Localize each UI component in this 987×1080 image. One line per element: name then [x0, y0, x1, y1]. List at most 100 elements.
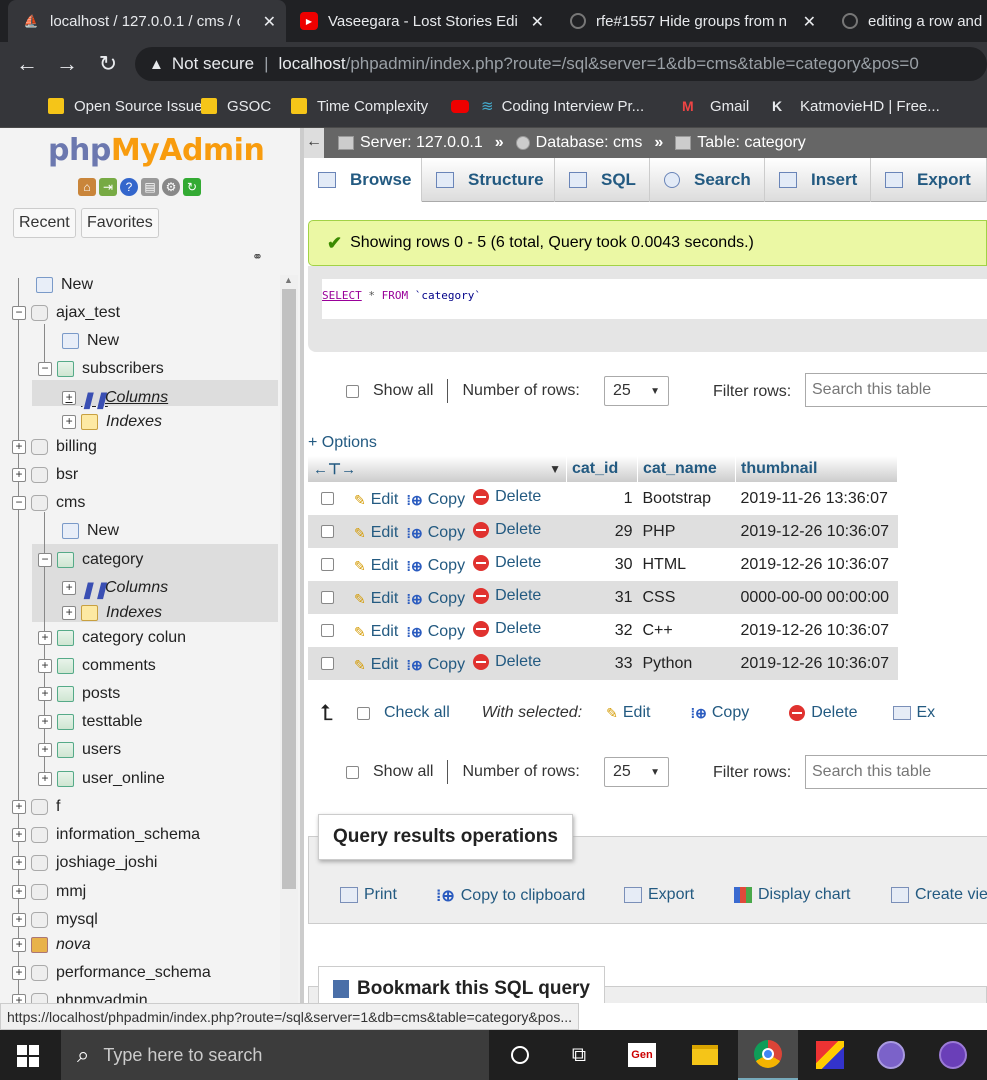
gen-icon[interactable]: Gen: [626, 1039, 658, 1071]
tree-item-information-schema[interactable]: + information_schema: [12, 823, 200, 847]
browser-tab-youtube[interactable]: ▶ Vaseegara - Lost Stories Edit ✕: [286, 0, 554, 42]
tree-item-performance-schema[interactable]: + performance_schema: [12, 961, 211, 985]
cell-cat-id[interactable]: 31: [566, 581, 638, 614]
rows-select[interactable]: 25 ▼: [604, 757, 669, 787]
expand-icon[interactable]: +: [12, 938, 26, 952]
tree-item-columns[interactable]: + ❚❚ Columns: [62, 386, 168, 410]
row-checkbox[interactable]: [321, 491, 334, 505]
copy-button[interactable]: ⁞⊕ Copy: [406, 590, 465, 608]
expand-icon[interactable]: +: [12, 468, 26, 482]
gear-icon[interactable]: ⚙: [162, 178, 180, 196]
options-link[interactable]: + Options: [308, 434, 377, 452]
display-chart-link[interactable]: Display chart: [734, 886, 850, 904]
cell-cat-id[interactable]: 29: [566, 515, 638, 548]
tree-item-new[interactable]: New: [12, 273, 93, 297]
scrollbar-thumb[interactable]: [282, 289, 296, 889]
breadcrumb-table[interactable]: Table: category: [697, 134, 806, 152]
refresh-icon[interactable]: ↻: [183, 178, 201, 196]
sql-keyword[interactable]: SELECT: [322, 289, 362, 302]
copy-button[interactable]: ⁞⊕ Copy: [406, 623, 465, 641]
bulk-export-button[interactable]: Ex: [893, 704, 935, 722]
cell-cat-name[interactable]: HTML: [637, 548, 736, 581]
row-checkbox[interactable]: [321, 524, 334, 538]
tree-item-mysql[interactable]: + mysql: [12, 908, 98, 932]
recent-button[interactable]: Recent: [13, 208, 76, 238]
expand-icon[interactable]: +: [12, 913, 26, 927]
edit-button[interactable]: ✎ Edit: [354, 590, 398, 608]
breadcrumb-database[interactable]: Database: cms: [536, 134, 643, 152]
tree-item-category-colun[interactable]: + category colun: [38, 626, 186, 650]
browser-tab-phpmyadmin[interactable]: ⛵ localhost / 127.0.0.1 / cms / c ✕: [8, 0, 286, 42]
sort-dropdown-icon[interactable]: ▼: [549, 462, 561, 476]
tree-item-comments[interactable]: + comments: [38, 654, 156, 678]
tab-export[interactable]: Export: [871, 158, 987, 202]
tree-item-phpmyadmin[interactable]: + phpmyadmin: [12, 989, 148, 1003]
copy-button[interactable]: ⁞⊕ Copy: [406, 491, 465, 509]
rows-select[interactable]: 25 ▼: [604, 376, 669, 406]
tree-item-nova[interactable]: + nova: [12, 933, 91, 957]
tree-item-user-online[interactable]: + user_online: [38, 767, 165, 791]
tree-item-testtable[interactable]: + testtable: [38, 710, 142, 734]
edit-button[interactable]: ✎ Edit: [354, 656, 398, 674]
paint-icon[interactable]: [814, 1039, 846, 1071]
bookmark-open-source-issues[interactable]: Open Source Issues: [48, 86, 210, 126]
cell-thumbnail[interactable]: 2019-12-26 10:36:07: [735, 614, 898, 647]
cortana-icon[interactable]: [504, 1039, 536, 1071]
collapse-icon[interactable]: −: [38, 362, 52, 376]
collapse-icon[interactable]: −: [38, 553, 52, 567]
cell-cat-name[interactable]: PHP: [637, 515, 736, 548]
github-desktop-icon[interactable]: [937, 1039, 969, 1071]
docs-icon[interactable]: ▤: [141, 178, 159, 196]
row-checkbox[interactable]: [321, 590, 334, 604]
scroll-up-icon[interactable]: ▲: [284, 275, 293, 285]
create-view-link[interactable]: Create vie: [891, 886, 987, 904]
row-checkbox[interactable]: [321, 557, 334, 571]
expand-icon[interactable]: +: [38, 772, 52, 786]
column-header-cat-name[interactable]: cat_name: [637, 456, 736, 482]
show-all-checkbox[interactable]: [346, 384, 359, 398]
cell-thumbnail[interactable]: 2019-11-26 13:36:07: [735, 482, 898, 515]
tree-item-joshiage-joshi[interactable]: + joshiage_joshi: [12, 851, 157, 875]
cell-thumbnail[interactable]: 2019-12-26 10:36:07: [735, 548, 898, 581]
copy-to-clipboard-link[interactable]: ⁞⊕ Copy to clipboard: [436, 886, 585, 906]
home-icon[interactable]: ⌂: [78, 178, 96, 196]
file-explorer-icon[interactable]: [689, 1039, 721, 1071]
expand-icon[interactable]: +: [12, 440, 26, 454]
collapse-nav-icon[interactable]: ←: [304, 128, 324, 158]
check-all-label[interactable]: Check all: [384, 704, 450, 722]
edit-button[interactable]: ✎ Edit: [354, 524, 398, 542]
cell-cat-name[interactable]: C++: [637, 614, 736, 647]
bulk-delete-button[interactable]: Delete: [789, 704, 857, 722]
expand-icon[interactable]: +: [62, 606, 76, 620]
export-link[interactable]: Export: [624, 886, 694, 904]
copy-button[interactable]: ⁞⊕ Copy: [406, 524, 465, 542]
show-all-top[interactable]: Show all Number of rows:: [346, 379, 580, 403]
filter-rows-input[interactable]: Search this table: [805, 373, 987, 407]
tree-item-indexes[interactable]: + Indexes: [62, 410, 162, 434]
filter-rows-input[interactable]: Search this table: [805, 755, 987, 789]
cell-cat-id[interactable]: 33: [566, 647, 638, 680]
edit-button[interactable]: ✎ Edit: [354, 491, 398, 509]
expand-icon[interactable]: +: [62, 391, 76, 405]
expand-icon[interactable]: +: [62, 415, 76, 429]
sql-query[interactable]: SELECT * FROM `category`: [322, 279, 987, 319]
bulk-copy-button[interactable]: ⁞⊕ Copy: [690, 704, 749, 722]
cell-cat-name[interactable]: CSS: [637, 581, 736, 614]
cell-cat-name[interactable]: Python: [637, 647, 736, 680]
expand-icon[interactable]: +: [12, 800, 26, 814]
cell-cat-id[interactable]: 30: [566, 548, 638, 581]
delete-button[interactable]: Delete: [473, 554, 541, 572]
cell-cat-id[interactable]: 1: [566, 482, 638, 515]
tree-item-users[interactable]: + users: [38, 738, 121, 762]
delete-button[interactable]: Delete: [473, 620, 541, 638]
close-tab-icon[interactable]: ✕: [803, 12, 816, 32]
tree-item-subscribers[interactable]: − subscribers: [38, 357, 164, 381]
cell-thumbnail[interactable]: 2019-12-26 10:36:07: [735, 647, 898, 680]
tab-search[interactable]: Search: [650, 158, 765, 202]
expand-icon[interactable]: +: [38, 743, 52, 757]
expand-icon[interactable]: +: [38, 631, 52, 645]
navigation-scrollbar[interactable]: ▲: [280, 275, 298, 1003]
help-icon[interactable]: ?: [120, 178, 138, 196]
bookmark-coding-interview[interactable]: ≋ Coding Interview Pr...: [451, 86, 644, 126]
column-header-thumbnail[interactable]: thumbnail: [735, 456, 898, 482]
